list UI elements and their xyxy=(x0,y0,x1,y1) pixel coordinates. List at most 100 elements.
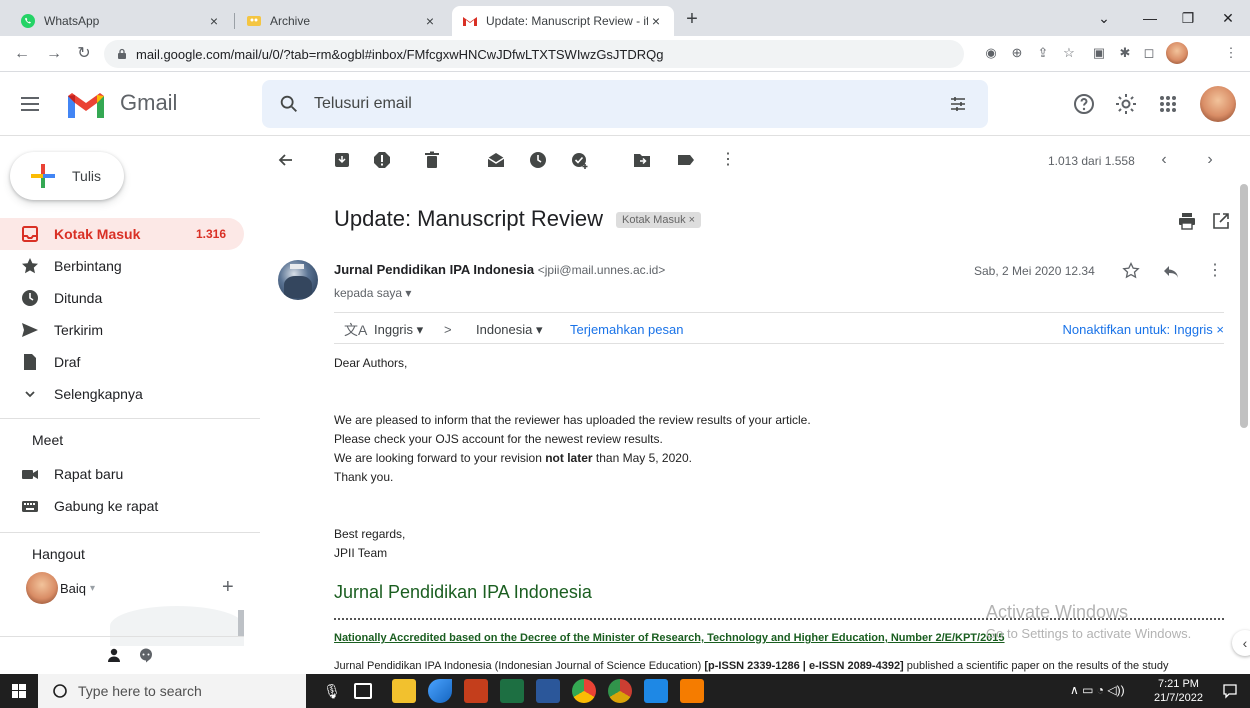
print-icon[interactable] xyxy=(1178,212,1196,230)
gmail-logo-icon[interactable] xyxy=(66,90,106,120)
browser-tab-whatsapp[interactable]: WhatsApp × xyxy=(10,6,232,36)
account-avatar[interactable] xyxy=(1200,86,1236,122)
browser-tab-gmail[interactable]: Update: Manuscript Review - ifat × xyxy=(452,6,674,36)
url-bar[interactable]: mail.google.com/mail/u/0/?tab=rm&ogbl#in… xyxy=(104,40,964,68)
accreditation-link[interactable]: Nationally Accredited based on the Decre… xyxy=(334,632,1005,644)
taskbar-search[interactable]: Type here to search xyxy=(38,674,306,708)
more-options-icon[interactable]: ⋮ xyxy=(718,150,738,170)
media-player-icon[interactable] xyxy=(644,679,668,703)
message-more-icon[interactable]: ⋮ xyxy=(1206,262,1224,280)
previous-message-icon[interactable]: ‹ xyxy=(1156,152,1172,168)
side-panel-toggle-icon[interactable]: ‹ xyxy=(1232,630,1250,656)
recipient-details[interactable]: kepada saya ▾ xyxy=(334,286,411,300)
tab-search-icon[interactable]: ⌄ xyxy=(1094,8,1114,28)
sidebar-item-sent[interactable]: Terkirim xyxy=(0,314,244,346)
activate-windows-subtitle: Go to Settings to activate Windows. xyxy=(986,626,1192,641)
forward-icon[interactable]: → xyxy=(44,44,64,64)
zoom-icon[interactable]: ⊕ xyxy=(1008,44,1026,62)
restore-icon[interactable]: ❐ xyxy=(1178,8,1198,28)
new-tab-button[interactable]: + xyxy=(682,9,702,30)
sender-avatar[interactable] xyxy=(278,260,318,300)
snooze-clock-icon[interactable] xyxy=(528,150,548,170)
message-scrollbar[interactable] xyxy=(1240,184,1248,428)
compose-button[interactable]: Tulis xyxy=(10,152,124,200)
microphone-icon[interactable]: 🎙 xyxy=(320,679,344,703)
browser-tab-archive[interactable]: Archive × xyxy=(236,6,448,36)
sidebar-item-join-meeting[interactable]: Gabung ke rapat xyxy=(0,490,244,522)
system-tray[interactable]: ∧ ▭ ◔ ◁)) xyxy=(1070,683,1125,697)
journal-text: Jurnal Pendidikan IPA Indonesia (Indones… xyxy=(334,660,705,672)
report-spam-icon[interactable] xyxy=(372,150,392,170)
target-language-select[interactable]: Indonesia ▾ xyxy=(476,322,543,338)
open-new-window-icon[interactable] xyxy=(1212,212,1230,230)
sidebar-item-more[interactable]: Selengkapnya xyxy=(0,378,244,410)
disable-translation-link[interactable]: Nonaktifkan untuk: Inggris × xyxy=(1062,322,1224,337)
app-icon[interactable] xyxy=(680,679,704,703)
gmail-wordmark[interactable]: Gmail xyxy=(120,90,177,116)
reply-icon[interactable] xyxy=(1162,262,1180,280)
file-explorer-icon[interactable] xyxy=(392,679,416,703)
move-to-icon[interactable] xyxy=(632,150,652,170)
minimize-icon[interactable]: — xyxy=(1140,8,1160,28)
task-view-icon[interactable] xyxy=(354,683,372,699)
back-icon[interactable]: ← xyxy=(12,44,32,64)
archive-icon[interactable] xyxy=(332,150,352,170)
app-launcher-icon[interactable] xyxy=(428,679,452,703)
sidebar-item-label: Selengkapnya xyxy=(54,386,143,402)
puzzle-icon[interactable]: ✱ xyxy=(1116,44,1134,62)
excel-icon[interactable] xyxy=(500,679,524,703)
search-icon[interactable] xyxy=(278,93,300,115)
sidebar: Tulis Kotak Masuk 1.316 Berbintang Ditun… xyxy=(0,136,260,674)
hangout-user[interactable]: Baiq ▾ xyxy=(26,572,95,604)
chat-bubble-icon[interactable] xyxy=(138,647,154,663)
mark-unread-icon[interactable] xyxy=(486,150,506,170)
settings-gear-icon[interactable] xyxy=(1114,92,1138,116)
word-icon[interactable] xyxy=(536,679,560,703)
sidebar-item-starred[interactable]: Berbintang xyxy=(0,250,244,282)
eye-icon[interactable]: ◉ xyxy=(982,44,1000,62)
back-to-inbox-icon[interactable] xyxy=(276,150,296,170)
sidebar-item-drafts[interactable]: Draf xyxy=(0,346,244,378)
delete-icon[interactable] xyxy=(422,150,442,170)
bookmark-star-icon[interactable]: ☆ xyxy=(1060,44,1078,62)
extension-icon[interactable]: ▣ xyxy=(1090,44,1108,62)
inbox-label-chip[interactable]: Kotak Masuk × xyxy=(616,212,702,228)
star-message-icon[interactable] xyxy=(1122,262,1140,280)
search-options-icon[interactable] xyxy=(948,94,968,114)
hangout-user-name: Baiq xyxy=(60,580,87,596)
kebab-menu-icon[interactable]: ⋮ xyxy=(1222,44,1240,62)
add-to-tasks-icon[interactable] xyxy=(570,150,590,170)
help-icon[interactable] xyxy=(1072,92,1096,116)
label-icon[interactable] xyxy=(676,150,696,170)
profile-avatar[interactable] xyxy=(1166,42,1188,64)
close-window-icon[interactable]: ✕ xyxy=(1218,8,1238,28)
tab-close-icon[interactable]: × xyxy=(206,13,222,29)
next-message-icon[interactable]: › xyxy=(1202,152,1218,168)
windows-start-icon[interactable] xyxy=(0,674,38,708)
lock-icon xyxy=(118,48,126,59)
translate-message-link[interactable]: Terjemahkan pesan xyxy=(570,322,683,337)
side-panel-icon[interactable]: ◻ xyxy=(1140,44,1158,62)
reload-icon[interactable]: ↻ xyxy=(74,44,94,64)
apps-grid-icon[interactable] xyxy=(1156,92,1180,116)
share-icon[interactable]: ⇪ xyxy=(1034,44,1052,62)
person-icon[interactable] xyxy=(106,647,122,663)
chevron-down-icon: ▾ xyxy=(90,582,96,594)
source-language-select[interactable]: Inggris ▾ xyxy=(374,322,423,338)
sender-name[interactable]: Jurnal Pendidikan IPA Indonesia <jpii@ma… xyxy=(334,262,665,277)
sidebar-scrollbar[interactable] xyxy=(238,610,244,636)
tab-close-icon[interactable]: × xyxy=(648,13,664,29)
tab-close-icon[interactable]: × xyxy=(422,13,438,29)
chrome-profile-icon[interactable] xyxy=(608,679,632,703)
notification-icon[interactable] xyxy=(1222,683,1238,699)
powerpoint-icon[interactable] xyxy=(464,679,488,703)
clock[interactable]: 7:21 PM 21/7/2022 xyxy=(1154,677,1203,705)
hamburger-menu-icon[interactable] xyxy=(18,92,42,116)
search-input[interactable] xyxy=(314,95,874,113)
chrome-icon[interactable] xyxy=(572,679,596,703)
hangout-add-button[interactable]: + xyxy=(222,576,234,599)
sidebar-item-snoozed[interactable]: Ditunda xyxy=(0,282,244,314)
sidebar-item-inbox[interactable]: Kotak Masuk 1.316 xyxy=(0,218,244,250)
translate-arrow: > xyxy=(444,322,452,337)
sidebar-item-new-meeting[interactable]: Rapat baru xyxy=(0,458,244,490)
